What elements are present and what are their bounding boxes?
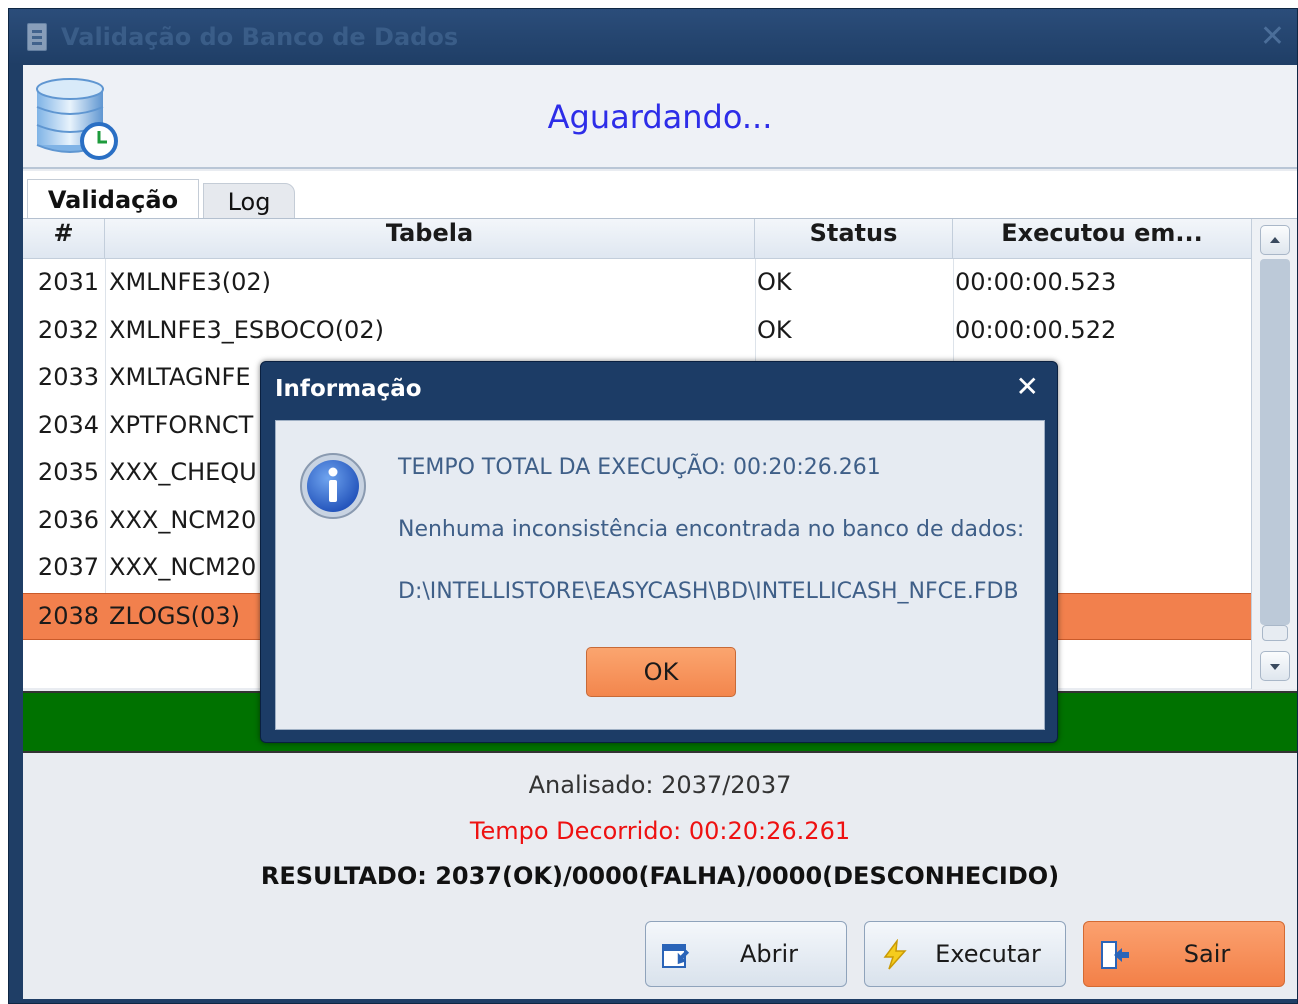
- lightning-icon: [883, 939, 907, 970]
- table-row[interactable]: 2031 XMLNFE3(02) OK 00:00:00.523: [23, 260, 1251, 308]
- executar-button[interactable]: Executar: [864, 921, 1066, 987]
- row-status: OK: [757, 315, 792, 344]
- row-number: 2035: [37, 458, 99, 486]
- column-header-number[interactable]: #: [23, 219, 105, 259]
- row-table-name: XMLNFE3(02): [109, 268, 271, 296]
- column-header-tabela[interactable]: Tabela: [105, 219, 755, 259]
- row-number: 2033: [37, 363, 99, 391]
- row-status: OK: [757, 268, 792, 296]
- ok-button[interactable]: OK: [586, 647, 736, 697]
- analyzed-count: Analisado: 2037/2037: [528, 771, 792, 799]
- sair-label: Sair: [1183, 940, 1231, 968]
- grid-header: # Tabela Status Executou em...: [23, 219, 1251, 259]
- row-number: 2032: [37, 315, 99, 344]
- row-table-name: XMLNFE3_ESBOCO(02): [109, 315, 384, 344]
- tab-log[interactable]: Log: [203, 183, 295, 221]
- elapsed-time: Tempo Decorrido: 00:20:26.261: [469, 817, 851, 845]
- title-bar[interactable]: Validação do Banco de Dados ✕: [9, 9, 1297, 65]
- vertical-scrollbar[interactable]: [1251, 219, 1297, 689]
- row-number: 2034: [37, 410, 99, 439]
- dialog-message: Nenhuma inconsistência encontrada no ban…: [398, 517, 1025, 542]
- result-summary: RESULTADO: 2037(OK)/0000(FALHA)/0000(DES…: [260, 862, 1060, 890]
- column-header-executou[interactable]: Executou em...: [953, 219, 1251, 259]
- dialog-total-time: TEMPO TOTAL DA EXECUÇÃO: 00:20:26.261: [398, 455, 881, 480]
- info-icon: [300, 453, 366, 519]
- window-close-icon[interactable]: ✕: [1260, 19, 1285, 54]
- scroll-up-icon[interactable]: [1260, 225, 1290, 255]
- abrir-button[interactable]: Abrir: [645, 921, 847, 987]
- row-number: 2037: [37, 553, 99, 581]
- tab-validacao[interactable]: Validação: [27, 179, 199, 221]
- window-title: Validação do Banco de Dados: [61, 23, 459, 51]
- row-number: 2036: [37, 505, 99, 534]
- sair-button[interactable]: Sair: [1083, 921, 1285, 987]
- dialog-close-icon[interactable]: ✕: [1016, 370, 1039, 403]
- scroll-down-icon[interactable]: [1260, 651, 1290, 681]
- row-number: 2038: [37, 601, 99, 630]
- row-executed-time: 00:00:00.522: [955, 315, 1117, 344]
- row-number: 2031: [37, 268, 99, 296]
- dialog-title: Informação: [275, 376, 422, 402]
- tab-bar: Validação Log: [23, 171, 1297, 221]
- header-panel: Aguardando...: [23, 65, 1297, 169]
- info-dialog: Informação ✕ TEMPO TOTAL DA EXECUÇÃO: 00…: [260, 361, 1058, 743]
- dialog-db-path: D:\INTELLISTORE\EASYCASH\BD\INTELLICASH_…: [398, 579, 1019, 604]
- app-icon: [27, 23, 47, 51]
- abrir-label: Abrir: [739, 940, 799, 968]
- column-header-status[interactable]: Status: [755, 219, 953, 259]
- exit-door-icon: [1101, 941, 1129, 969]
- scrollbar-thumb[interactable]: [1262, 625, 1288, 641]
- status-text: Aguardando...: [547, 98, 773, 136]
- executar-label: Executar: [935, 940, 1041, 968]
- dialog-body: TEMPO TOTAL DA EXECUÇÃO: 00:20:26.261 Ne…: [275, 420, 1045, 730]
- scrollbar-track[interactable]: [1260, 259, 1290, 625]
- open-folder-icon: [662, 944, 690, 968]
- table-row[interactable]: 2032 XMLNFE3_ESBOCO(02) OK 00:00:00.522: [23, 308, 1251, 356]
- row-executed-time: 00:00:00.523: [955, 268, 1117, 296]
